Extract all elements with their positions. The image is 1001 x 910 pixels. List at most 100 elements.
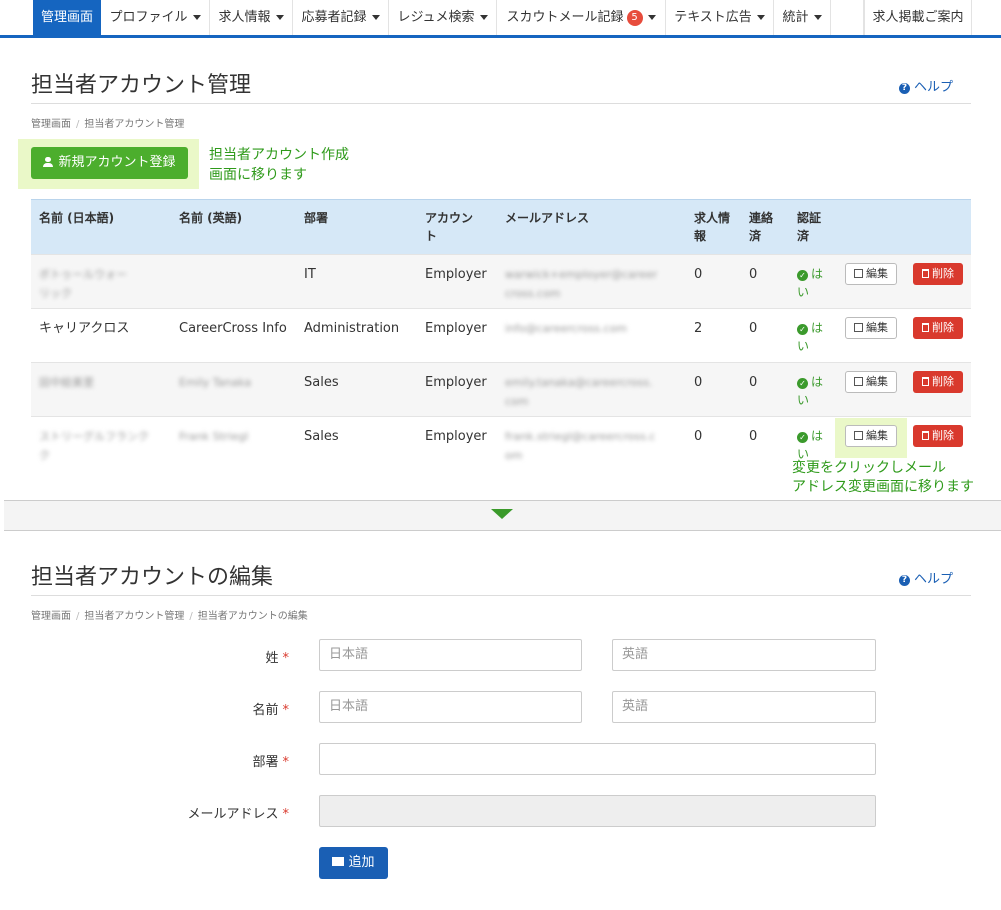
last-name-ja-input[interactable]: 日本語 [319,639,582,671]
caret-down-icon [756,15,765,20]
title-divider [31,595,971,596]
last-name-label: 姓 * [265,651,290,666]
department-label: 部署 * [252,755,289,770]
help-link[interactable]: ? ヘルプ [899,76,953,95]
nav-item-applicants[interactable]: 応募者記録 [293,0,389,35]
breadcrumb-item: 担当者アカウントの編集 [197,611,308,622]
nav-label: レジュメ検索 [397,10,475,25]
column-header: 名前 (英語) [179,211,243,225]
delete-button[interactable]: 削除 [913,425,963,447]
edit-icon [854,269,863,278]
trash-icon [922,269,929,278]
column-header: 名前 (日本語) [39,211,115,225]
first-name-ja-input[interactable]: 日本語 [319,691,582,723]
header-line: 連絡 [749,211,774,225]
cell-verified: ✓ はい [797,429,824,461]
cell-dept: Sales [304,429,339,444]
cell-name-en: Emily Tanaka [179,376,252,389]
cell-name-ja: ボトゥールウォー リック [39,268,127,300]
column-header: 認証済 [797,209,821,245]
edit-icon [854,323,863,332]
nav-item-dashboard[interactable]: 管理画面 [33,0,101,35]
breadcrumb-item[interactable]: 担当者アカウント管理 [84,611,184,622]
department-input[interactable] [319,743,876,775]
add-button[interactable]: 追加 [319,847,388,879]
table-row: キャリアクロス CareerCross Info Administration … [31,308,971,362]
breadcrumb: 管理画面 / 担当者アカウント管理 [31,119,185,130]
column-header: 求人情報 [694,209,730,245]
nav-item-scout-mail[interactable]: スカウトメール記録 5 [497,0,666,35]
delete-button[interactable]: 削除 [913,263,963,285]
cell-account: Employer [425,429,487,444]
nav-label: スカウトメール記録 [506,10,624,25]
arrow-down-icon [491,509,513,519]
button-label: 新規アカウント登録 [58,155,176,170]
edit-button[interactable]: 編集 [845,425,897,447]
required-mark: * [282,651,290,666]
nav-item-stats[interactable]: 統計 [774,0,831,35]
first-name-en-input[interactable]: 英語 [612,691,876,723]
help-label: ヘルプ [914,80,954,95]
delete-button[interactable]: 削除 [913,317,963,339]
caret-down-icon [647,15,656,20]
column-header: アカウント [425,209,473,245]
check-circle-icon: ✓ [797,432,808,443]
required-mark: * [282,703,290,718]
cell-verified: ✓ はい [797,321,824,353]
cell-email: info@careercross.com [505,322,628,335]
cell-account: Employer [425,321,487,336]
cell-contacted: 0 [749,429,758,444]
check-circle-icon: ✓ [797,378,808,389]
breadcrumb-item[interactable]: 管理画面 [31,611,71,622]
table-row: ボトゥールウォー リック IT Employer warwick+employer… [31,254,971,308]
cell-name-en: Frank Striegl [179,430,249,443]
cell-contacted: 0 [749,375,758,390]
nav-label: 応募者記録 [301,10,367,25]
cell-jobs: 0 [694,375,703,390]
nav-item-jobs[interactable]: 求人情報 [210,0,293,35]
table-header: 名前 (日本語) 名前 (英語) 部署 アカウント メールアドレス 求人情報 連… [31,199,971,254]
nav-spacer [831,0,864,35]
required-mark: * [282,807,290,822]
nav-label: 求人掲載ご案内 [872,10,964,25]
cell-email: warwick+employer@career cross.com [505,268,658,300]
nav-item-job-posting-info[interactable]: 求人掲載ご案内 [864,0,972,35]
cell-jobs: 2 [694,321,703,336]
email-input [319,795,876,827]
envelope-icon [332,857,345,866]
trash-icon [922,377,929,386]
cell-dept: IT [304,267,316,282]
nav-label: 統計 [782,10,809,25]
help-link[interactable]: ? ヘルプ [899,568,953,587]
cell-account: Employer [425,267,487,282]
delete-button[interactable]: 削除 [913,371,963,393]
header-line: 済 [749,229,762,243]
edit-button[interactable]: 編集 [845,263,897,285]
last-name-en-input[interactable]: 英語 [612,639,876,671]
nav-label: テキスト広告 [674,10,752,25]
annotation-new-account: 担当者アカウント作成 画面に移ります [209,145,349,185]
cell-email: frank.striegl@careercross.c om [505,430,656,462]
nav-item-profile[interactable]: プロファイル [101,0,210,35]
nav-item-text-ads[interactable]: テキスト広告 [666,0,774,35]
caret-down-icon [275,15,284,20]
new-account-button[interactable]: 新規アカウント登録 [31,147,188,179]
cell-contacted: 0 [749,321,758,336]
header-line: 求人情 [694,211,731,225]
check-circle-icon: ✓ [797,324,808,335]
button-label: 追加 [348,855,375,870]
breadcrumb-item[interactable]: 管理画面 [31,119,71,130]
cell-name-ja: 田中絵美里 [39,376,94,389]
nav-item-resume-search[interactable]: レジュメ検索 [389,0,497,35]
cell-contacted: 0 [749,267,758,282]
nav-label: プロファイル [109,10,188,25]
email-label: メールアドレス * [187,807,290,822]
edit-button[interactable]: 編集 [845,371,897,393]
cell-name-ja: ストリーグルフランクク [39,430,149,462]
check-circle-icon: ✓ [797,270,808,281]
edit-button[interactable]: 編集 [845,317,897,339]
header-line: アカウン [425,211,474,225]
caret-down-icon [479,15,488,20]
cell-account: Employer [425,375,487,390]
title-divider [31,103,971,104]
